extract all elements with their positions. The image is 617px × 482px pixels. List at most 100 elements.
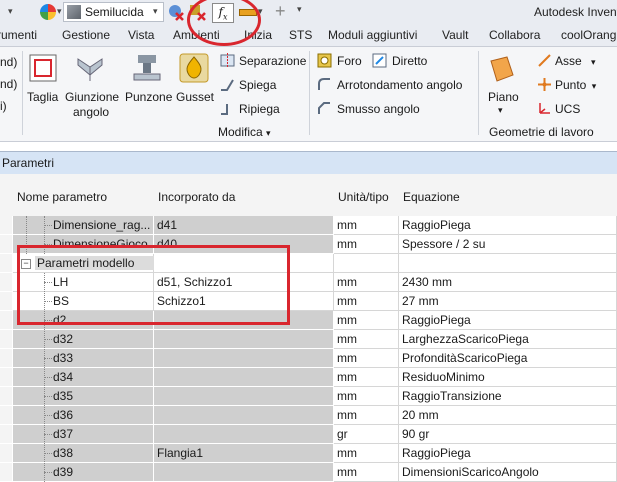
punch-icon[interactable]: [132, 53, 162, 83]
row-header[interactable]: [0, 444, 13, 463]
appearance-icon[interactable]: [40, 4, 56, 20]
split-button-label[interactable]: Separazione: [239, 54, 306, 68]
cell-name[interactable]: d37: [13, 425, 154, 444]
table-row[interactable]: d32 mm LarghezzaScaricoPiega: [0, 330, 617, 349]
cut-button-label[interactable]: Taglia: [27, 90, 58, 104]
work-plane-icon[interactable]: [487, 55, 517, 85]
work-axis-icon[interactable]: [537, 53, 552, 68]
cell-name[interactable]: d36: [13, 406, 154, 425]
row-header[interactable]: [0, 387, 13, 406]
cell-eq[interactable]: [399, 254, 617, 273]
tab-sts[interactable]: STS: [289, 28, 312, 42]
cell-name[interactable]: d38: [13, 444, 154, 463]
cell-eq[interactable]: RaggioTransizione: [399, 387, 617, 406]
row-header[interactable]: [0, 216, 13, 235]
work-point-button-label[interactable]: Punto ▾: [555, 78, 596, 92]
punch-button-label[interactable]: Punzone: [125, 90, 172, 104]
tab-coolorange[interactable]: coolOrang: [561, 28, 616, 42]
table-row[interactable]: Dimensione_rag... d41 mm RaggioPiega: [0, 216, 617, 235]
tab-vista[interactable]: Vista: [128, 28, 154, 42]
row-header[interactable]: [0, 425, 13, 444]
row-header[interactable]: [0, 349, 13, 368]
row-header[interactable]: [0, 368, 13, 387]
ucs-icon[interactable]: [537, 101, 552, 116]
table-row[interactable]: d35 mm RaggioTransizione: [0, 387, 617, 406]
cut-icon[interactable]: [28, 53, 58, 83]
cell-eq[interactable]: Spessore / 2 su: [399, 235, 617, 254]
row-header[interactable]: [0, 406, 13, 425]
customize-dropdown-icon[interactable]: ▾: [297, 4, 302, 15]
column-header-name[interactable]: Nome parametro: [13, 174, 155, 217]
refold-button-label[interactable]: Ripiega: [239, 102, 280, 116]
ucs-button-label[interactable]: UCS: [555, 102, 580, 116]
split-icon[interactable]: [220, 53, 235, 68]
table-row[interactable]: d38 Flangia1 mm RaggioPiega: [0, 444, 617, 463]
cell-eq[interactable]: 20 mm: [399, 406, 617, 425]
cell-eq[interactable]: RaggioPiega: [399, 216, 617, 235]
table-row[interactable]: d36 mm 20 mm: [0, 406, 617, 425]
clear-appearance-icon[interactable]: [167, 3, 185, 21]
hole-icon[interactable]: [317, 53, 332, 68]
parameters-dialog-title-bar[interactable]: Parametri: [0, 151, 617, 175]
cell-name[interactable]: Dimensione_rag...: [13, 216, 154, 235]
cell-name[interactable]: d34: [13, 368, 154, 387]
cell-name[interactable]: d32: [13, 330, 154, 349]
direct-edit-button-label[interactable]: Diretto: [392, 54, 427, 68]
unfold-icon[interactable]: [220, 77, 235, 92]
corner-round-icon[interactable]: [317, 77, 332, 92]
column-header-unit[interactable]: Unità/tipo: [334, 174, 400, 217]
chevron-down-icon[interactable]: ▾: [57, 6, 62, 17]
corner-seam-icon[interactable]: [75, 53, 105, 83]
cell-eq[interactable]: RaggioPiega: [399, 444, 617, 463]
work-plane-button-label[interactable]: Piano: [488, 90, 519, 104]
unfold-button-label[interactable]: Spiega: [239, 78, 276, 92]
table-row[interactable]: d39 mm DimensioniScaricoAngolo: [0, 463, 617, 482]
row-header[interactable]: [0, 330, 13, 349]
cell-eq[interactable]: 90 gr: [399, 425, 617, 444]
cell-eq[interactable]: LarghezzaScaricoPiega: [399, 330, 617, 349]
corner-chamfer-icon[interactable]: [317, 101, 332, 116]
cell-name[interactable]: d39: [13, 463, 154, 482]
column-header-consumed-by[interactable]: Incorporato da: [154, 174, 335, 217]
row-header[interactable]: [0, 273, 13, 292]
cell-eq[interactable]: ResiduoMinimo: [399, 368, 617, 387]
tab-strumenti[interactable]: rumenti: [0, 28, 37, 42]
work-axis-button-label[interactable]: Asse ▾: [555, 54, 596, 68]
corner-chamfer-button-label[interactable]: Smusso angolo: [337, 102, 420, 116]
corner-seam-label-2[interactable]: angolo: [73, 105, 109, 119]
row-header[interactable]: [0, 463, 13, 482]
corner-seam-label-1[interactable]: Giunzione: [65, 90, 119, 104]
hole-button-label[interactable]: Foro: [337, 54, 362, 68]
table-row[interactable]: d37 gr 90 gr: [0, 425, 617, 444]
chevron-down-icon[interactable]: ▾: [498, 105, 503, 116]
cell-name[interactable]: d35: [13, 387, 154, 406]
tab-collabora[interactable]: Collabora: [489, 28, 540, 42]
table-row[interactable]: d34 mm ResiduoMinimo: [0, 368, 617, 387]
column-header-equation[interactable]: Equazione: [399, 174, 617, 217]
refold-icon[interactable]: [220, 101, 235, 116]
gusset-icon[interactable]: [179, 53, 209, 83]
cell-eq[interactable]: RaggioPiega: [399, 311, 617, 330]
chevron-down-icon[interactable]: ▾: [153, 6, 158, 17]
tab-gestione[interactable]: Gestione: [62, 28, 110, 42]
corner-round-button-label[interactable]: Arrotondamento angolo: [337, 78, 462, 92]
row-header[interactable]: [0, 235, 13, 254]
table-row[interactable]: d33 mm ProfonditàScaricoPiega: [0, 349, 617, 368]
row-header[interactable]: [0, 311, 13, 330]
row-header[interactable]: [0, 254, 13, 273]
gusset-button-label[interactable]: Gusset: [176, 90, 214, 104]
tab-moduli-aggiuntivi[interactable]: Moduli aggiuntivi: [328, 28, 417, 42]
cell-eq[interactable]: DimensioniScaricoAngolo: [399, 463, 617, 482]
work-point-icon[interactable]: [537, 77, 552, 92]
cell-name[interactable]: d33: [13, 349, 154, 368]
direct-edit-icon[interactable]: [372, 53, 387, 68]
tab-vault[interactable]: Vault: [442, 28, 468, 42]
cell-eq[interactable]: 2430 mm: [399, 273, 617, 292]
material-select[interactable]: Semilucida: [63, 2, 164, 22]
row-header[interactable]: [0, 292, 13, 311]
modify-panel-title[interactable]: Modifica ▾: [218, 125, 271, 139]
cell-eq[interactable]: ProfonditàScaricoPiega: [399, 349, 617, 368]
cell-eq[interactable]: 27 mm: [399, 292, 617, 311]
chevron-down-icon[interactable]: ▾: [8, 6, 13, 17]
plus-icon[interactable]: +: [275, 1, 286, 21]
